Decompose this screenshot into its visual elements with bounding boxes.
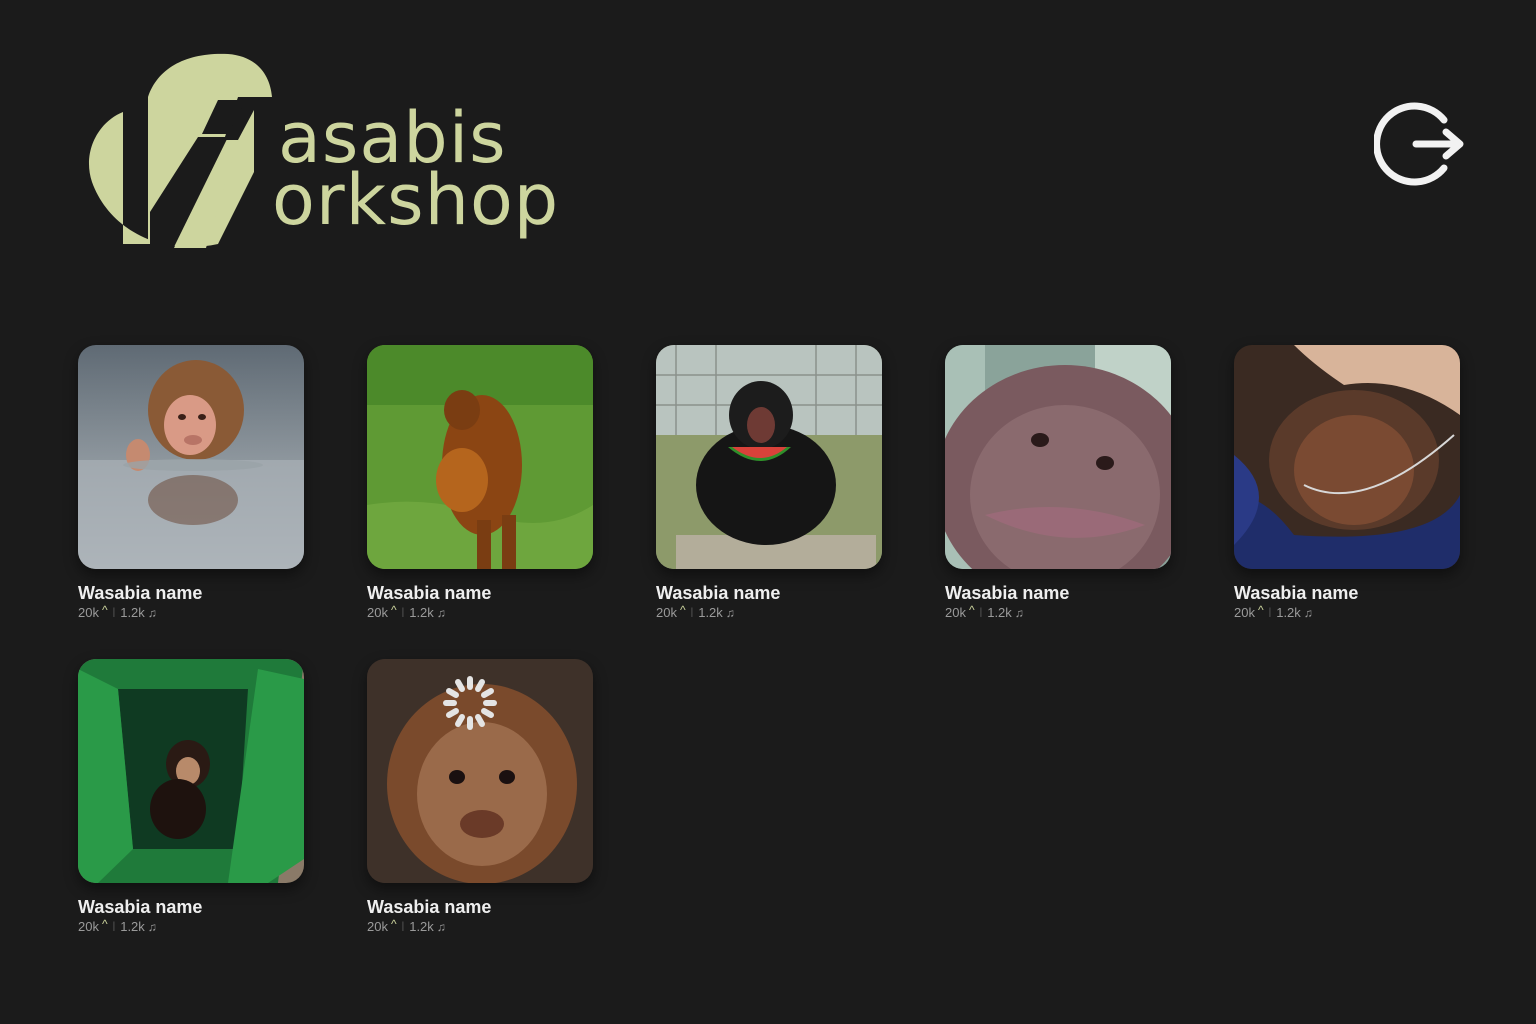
baby-chimp-in-crate-image <box>78 659 304 883</box>
card-stats: 20k ^ | 1.2k ♫ <box>78 603 304 621</box>
card-stats: 20k ^ | 1.2k ♫ <box>367 603 593 621</box>
plays-count: 1.2k <box>409 605 434 620</box>
plays-count: 1.2k <box>698 605 723 620</box>
logo-wordmark: asabis orkshop <box>272 103 559 235</box>
card-thumbnail[interactable] <box>945 345 1171 569</box>
likes-count: 20k <box>945 605 966 620</box>
stat-divider: | <box>690 607 694 618</box>
music-note-icon: ♫ <box>725 606 735 620</box>
stat-divider: | <box>112 921 116 932</box>
plays-count: 1.2k <box>1276 605 1301 620</box>
card-thumbnail[interactable] <box>78 659 304 883</box>
workshop-page: asabis orkshop Wasabia name 20k ^ | 1.2k… <box>0 0 1536 1024</box>
card-title: Wasabia name <box>78 897 203 917</box>
plays-count: 1.2k <box>120 919 145 934</box>
plays-count: 1.2k <box>120 605 145 620</box>
upvote-icon: ^ <box>1257 603 1264 617</box>
upvote-icon: ^ <box>679 603 686 617</box>
card-thumbnail[interactable] <box>1234 345 1460 569</box>
music-note-icon: ♫ <box>436 606 446 620</box>
card-title: Wasabia name <box>1234 583 1359 603</box>
music-note-icon: ♫ <box>1303 606 1313 620</box>
baby-orangutan-blanket-image <box>1234 345 1460 569</box>
card-title: Wasabia name <box>945 583 1070 603</box>
upvote-icon: ^ <box>390 603 397 617</box>
music-note-icon: ♫ <box>147 606 157 620</box>
orangutan-loading-image <box>367 659 593 883</box>
card-title: Wasabia name <box>367 583 492 603</box>
likes-count: 20k <box>1234 605 1255 620</box>
plays-count: 1.2k <box>987 605 1012 620</box>
card-stats: 20k ^ | 1.2k ♫ <box>945 603 1171 621</box>
wasabi-card[interactable]: Wasabia name 20k ^ | 1.2k ♫ <box>945 345 1171 659</box>
logo-line-2: orkshop <box>272 159 560 241</box>
stat-divider: | <box>112 607 116 618</box>
music-note-icon: ♫ <box>147 920 157 934</box>
orangutan-closeup-image <box>945 345 1171 569</box>
logout-icon <box>1373 102 1464 186</box>
card-thumbnail[interactable] <box>367 659 593 883</box>
card-thumbnail[interactable] <box>656 345 882 569</box>
macaque-in-water-image <box>78 345 304 569</box>
stat-divider: | <box>979 607 983 618</box>
music-note-icon: ♫ <box>1014 606 1024 620</box>
upvote-icon: ^ <box>968 603 975 617</box>
stat-divider: | <box>401 921 405 932</box>
card-title: Wasabia name <box>367 897 492 917</box>
wasabi-grid: Wasabia name 20k ^ | 1.2k ♫ Wasabia name… <box>78 345 1460 973</box>
wasabis-workshop-logo[interactable]: asabis orkshop <box>78 52 558 257</box>
plays-count: 1.2k <box>409 919 434 934</box>
orangutan-on-grass-image <box>367 345 593 569</box>
wasabi-card[interactable]: Wasabia name 20k ^ | 1.2k ♫ <box>78 345 304 659</box>
likes-count: 20k <box>78 605 99 620</box>
card-thumbnail[interactable] <box>367 345 593 569</box>
stat-divider: | <box>401 607 405 618</box>
stat-divider: | <box>1268 607 1272 618</box>
card-title: Wasabia name <box>78 583 203 603</box>
upvote-icon: ^ <box>390 917 397 931</box>
logo-mark-icon <box>88 53 273 248</box>
likes-count: 20k <box>367 919 388 934</box>
likes-count: 20k <box>656 605 677 620</box>
music-note-icon: ♫ <box>436 920 446 934</box>
upvote-icon: ^ <box>101 917 108 931</box>
likes-count: 20k <box>78 919 99 934</box>
wasabi-card[interactable]: Wasabia name 20k ^ | 1.2k ♫ <box>367 345 593 659</box>
wasabi-card[interactable]: Wasabia name 20k ^ | 1.2k ♫ <box>367 659 593 973</box>
logout-button[interactable] <box>1373 98 1466 190</box>
card-stats: 20k ^ | 1.2k ♫ <box>1234 603 1460 621</box>
wasabi-card[interactable]: Wasabia name 20k ^ | 1.2k ♫ <box>78 659 304 973</box>
card-thumbnail[interactable] <box>78 345 304 569</box>
wasabi-card[interactable]: Wasabia name 20k ^ | 1.2k ♫ <box>656 345 882 659</box>
card-stats: 20k ^ | 1.2k ♫ <box>78 917 304 935</box>
likes-count: 20k <box>367 605 388 620</box>
card-stats: 20k ^ | 1.2k ♫ <box>367 917 593 935</box>
upvote-icon: ^ <box>101 603 108 617</box>
wasabi-card[interactable]: Wasabia name 20k ^ | 1.2k ♫ <box>1234 345 1460 659</box>
card-title: Wasabia name <box>656 583 781 603</box>
chimp-with-watermelon-image <box>656 345 882 569</box>
card-stats: 20k ^ | 1.2k ♫ <box>656 603 882 621</box>
